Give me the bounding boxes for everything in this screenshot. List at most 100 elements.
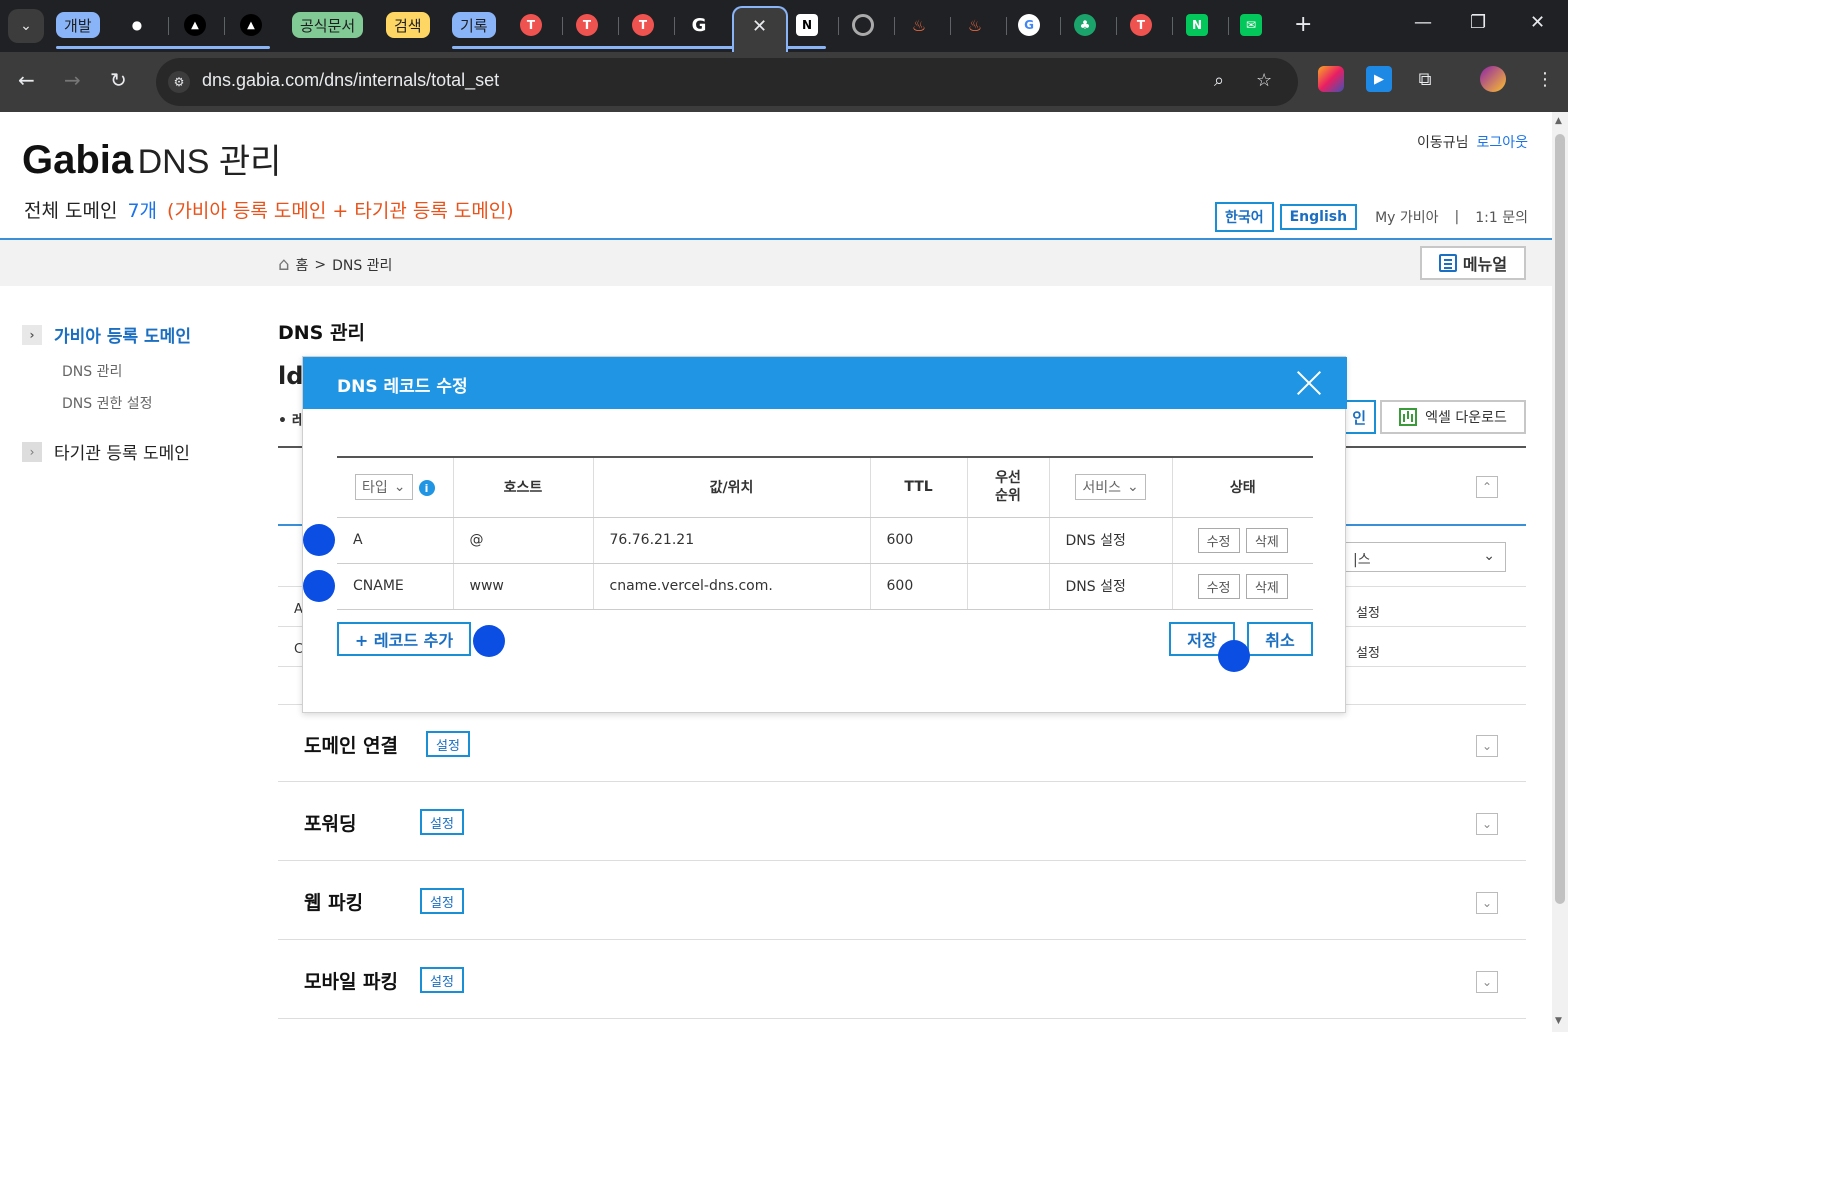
record-value: cname.vercel-dns.com.: [593, 563, 871, 610]
modal-header: DNS 레코드 수정: [303, 357, 1347, 409]
close-tab-icon[interactable]: ✕: [752, 16, 767, 37]
vercel-icon[interactable]: ▲: [184, 14, 206, 36]
code-extension-icon[interactable]: ▶: [1366, 66, 1392, 92]
record-ttl: 600: [870, 563, 968, 610]
google-icon[interactable]: G: [1018, 14, 1040, 36]
manual-button[interactable]: 메뉴얼: [1420, 246, 1526, 280]
page-brand: Gabia DNS 관리: [22, 134, 281, 183]
my-gabia-link[interactable]: My 가비아: [1375, 207, 1438, 227]
record-host: @: [453, 517, 594, 564]
extensions-puzzle-icon[interactable]: ⧉: [1412, 66, 1438, 92]
home-icon[interactable]: ⌂: [278, 254, 289, 275]
profile-avatar[interactable]: [1480, 66, 1506, 92]
chevron-up-icon[interactable]: ⌃: [1476, 476, 1498, 498]
new-tab-button[interactable]: +: [1294, 12, 1312, 37]
tab-group-search[interactable]: 검색: [386, 12, 430, 38]
inquiry-link[interactable]: 1:1 문의: [1475, 207, 1528, 227]
edit-record-button[interactable]: 수정: [1197, 527, 1240, 553]
color-picker-extension-icon[interactable]: [1318, 66, 1344, 92]
sidebar-group-gabia[interactable]: › 가비아 등록 도메인: [22, 322, 191, 347]
back-arrow-icon[interactable]: ←: [18, 68, 35, 92]
mobile-parking-settings-button[interactable]: 설정: [420, 967, 464, 993]
notion-icon[interactable]: N: [796, 14, 818, 36]
delete-record-button[interactable]: 삭제: [1245, 573, 1288, 599]
forward-arrow-icon[interactable]: →: [64, 68, 81, 92]
url-text[interactable]: dns.gabia.com/dns/internals/total_set: [202, 70, 499, 91]
site-info-icon[interactable]: ⚙: [168, 71, 190, 93]
todo-app-icon[interactable]: T: [1130, 14, 1152, 36]
section-title: 도메인 연결: [304, 735, 399, 757]
scrollbar-thumb[interactable]: [1555, 134, 1565, 904]
lang-korean-button[interactable]: 한국어: [1214, 202, 1274, 232]
todo-app-icon[interactable]: T: [576, 14, 598, 36]
chevron-down-icon[interactable]: ⌄: [1476, 971, 1498, 993]
plus-icon: +: [1294, 12, 1313, 37]
tab-group-dev[interactable]: 개발: [56, 12, 100, 38]
tab-group-record[interactable]: 기록: [452, 12, 496, 38]
web-parking-settings-button[interactable]: 설정: [420, 888, 464, 914]
sidebar-item-dns-manage[interactable]: DNS 관리: [62, 361, 191, 381]
manual-button-label: 메뉴얼: [1462, 255, 1508, 274]
section-title: 포워딩: [304, 813, 357, 835]
scroll-up-icon[interactable]: ▲: [1555, 116, 1562, 126]
section-forwarding: 포워딩 설정 ⌄: [278, 783, 1526, 861]
section-mobile-parking: 모바일 파킹 설정 ⌄: [278, 941, 1526, 1019]
record-value: 76.76.21.21: [593, 517, 871, 564]
naver-icon[interactable]: N: [1186, 14, 1208, 36]
info-icon[interactable]: i: [418, 480, 435, 497]
minimize-icon[interactable]: —: [1414, 12, 1432, 33]
reload-icon[interactable]: ↻: [110, 68, 127, 92]
tab-separator: [1172, 17, 1173, 35]
page-scrollbar[interactable]: ▲ ▼: [1552, 112, 1568, 1032]
restore-icon[interactable]: ❐: [1470, 12, 1486, 33]
bookmark-star-icon[interactable]: ☆: [1256, 70, 1272, 91]
todo-app-icon[interactable]: T: [632, 14, 654, 36]
todo-app-icon[interactable]: T: [520, 14, 542, 36]
cancel-button[interactable]: 취소: [1247, 622, 1313, 656]
sidebar-group-other[interactable]: › 타기관 등록 도메인: [22, 439, 191, 464]
github-icon[interactable]: ●: [126, 14, 148, 36]
fire-icon[interactable]: ♨: [964, 14, 986, 36]
excel-download-button[interactable]: 엑셀 다운로드: [1380, 400, 1526, 434]
kebab-menu-icon[interactable]: ⋮: [1532, 66, 1558, 92]
chrome-icon[interactable]: [852, 14, 874, 36]
scroll-down-icon[interactable]: ▼: [1555, 1016, 1562, 1026]
column-host: 호스트: [453, 456, 594, 518]
close-window-icon[interactable]: ✕: [1530, 12, 1545, 33]
link-separator: |: [1454, 209, 1460, 225]
breadcrumb-band: ⌂ 홈 > DNS 관리 메뉴얼: [0, 240, 1552, 286]
sidebar-item-dns-permission[interactable]: DNS 권한 설정: [62, 393, 191, 413]
logout-link[interactable]: 로그아웃: [1476, 135, 1528, 151]
domain-connect-settings-button[interactable]: 설정: [426, 731, 470, 757]
vercel-icon[interactable]: ▲: [240, 14, 262, 36]
fire-icon[interactable]: ♨: [908, 14, 930, 36]
close-icon[interactable]: [1295, 369, 1323, 397]
grammar-app-icon[interactable]: G: [688, 14, 710, 36]
forwarding-settings-button[interactable]: 설정: [420, 809, 464, 835]
lang-english-button[interactable]: English: [1279, 204, 1358, 230]
click-marker-dot: [1218, 640, 1250, 672]
page-content: Gabia DNS 관리 전체 도메인 7개 (가비아 등록 도메인 + 타기관 등…: [0, 112, 1552, 1032]
browser-tabstrip: ⌄ 개발 ● ▲ ▲ 공식문서 검색 기록 T T T G ✕ N ♨ ♨ G …: [0, 0, 1568, 52]
click-marker-dot: [473, 625, 505, 657]
tab-group-docs[interactable]: 공식문서: [292, 12, 364, 38]
chevron-down-icon[interactable]: ⌄: [1476, 892, 1498, 914]
active-tab[interactable]: ✕: [732, 6, 788, 52]
chevron-down-icon[interactable]: ⌄: [1476, 735, 1498, 757]
add-record-button[interactable]: + 레코드 추가: [337, 622, 471, 656]
address-bar[interactable]: ⚙ dns.gabia.com/dns/internals/total_set …: [156, 58, 1298, 106]
leaf-app-icon[interactable]: ♣: [1074, 14, 1096, 36]
service-filter-select[interactable]: |스 ⌄: [1338, 542, 1506, 572]
mail-app-icon[interactable]: ✉: [1240, 14, 1262, 36]
breadcrumb-home[interactable]: 홈: [295, 255, 308, 275]
delete-record-button[interactable]: 삭제: [1245, 527, 1288, 553]
edit-record-button[interactable]: 수정: [1197, 573, 1240, 599]
tab-search-button[interactable]: ⌄: [8, 9, 44, 43]
type-filter-select[interactable]: 타입 ⌄: [355, 474, 413, 501]
chevron-down-icon[interactable]: ⌄: [1476, 813, 1498, 835]
service-filter-select[interactable]: 서비스 ⌄: [1075, 474, 1146, 501]
domain-count: 7개: [127, 200, 158, 222]
record-actions: 수정 삭제: [1172, 563, 1313, 610]
zoom-icon[interactable]: ⌕: [1214, 70, 1224, 91]
record-type: A: [337, 517, 454, 564]
